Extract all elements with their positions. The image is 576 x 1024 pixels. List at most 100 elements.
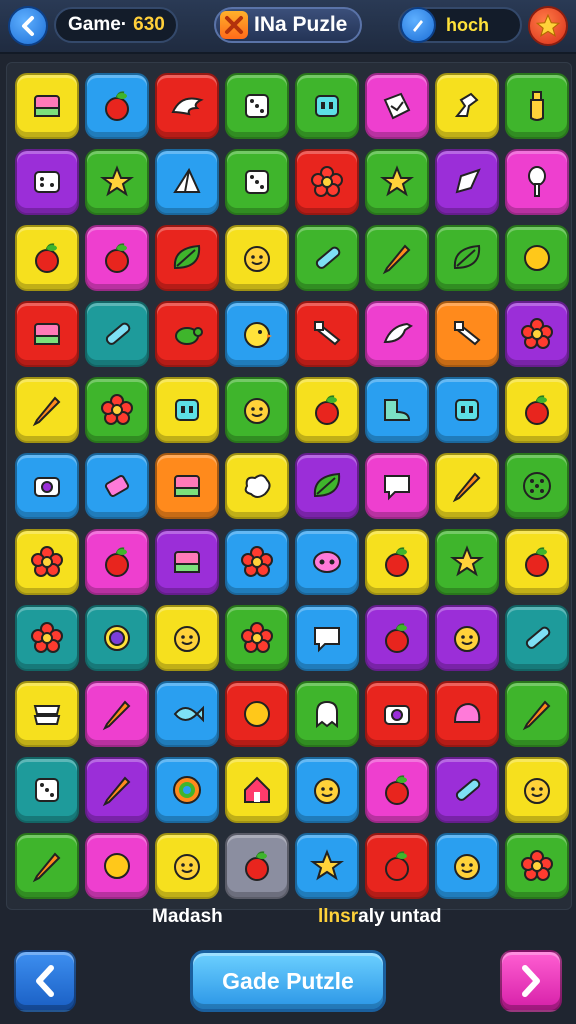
puzzle-tile[interactable] <box>435 605 499 671</box>
puzzle-tile[interactable] <box>225 149 289 215</box>
puzzle-tile[interactable] <box>295 833 359 899</box>
puzzle-tile[interactable] <box>505 149 569 215</box>
puzzle-tile[interactable] <box>505 757 569 823</box>
puzzle-tile[interactable] <box>85 73 149 139</box>
puzzle-tile[interactable] <box>365 529 429 595</box>
puzzle-tile[interactable] <box>365 757 429 823</box>
puzzle-tile[interactable] <box>505 377 569 443</box>
puzzle-tile[interactable] <box>295 149 359 215</box>
puzzle-tile[interactable] <box>85 681 149 747</box>
puzzle-tile[interactable] <box>225 757 289 823</box>
puzzle-tile[interactable] <box>15 605 79 671</box>
puzzle-tile[interactable] <box>435 529 499 595</box>
puzzle-tile[interactable] <box>85 149 149 215</box>
puzzle-tile[interactable] <box>295 225 359 291</box>
puzzle-tile[interactable] <box>225 833 289 899</box>
puzzle-tile[interactable] <box>505 529 569 595</box>
puzzle-tile[interactable] <box>85 377 149 443</box>
puzzle-tile[interactable] <box>365 833 429 899</box>
puzzle-tile[interactable] <box>435 301 499 367</box>
puzzle-tile[interactable] <box>155 681 219 747</box>
puzzle-tile[interactable] <box>85 225 149 291</box>
puzzle-tile[interactable] <box>85 833 149 899</box>
puzzle-tile[interactable] <box>15 453 79 519</box>
puzzle-tile[interactable] <box>435 225 499 291</box>
eraser-icon <box>104 475 130 497</box>
puzzle-tile[interactable] <box>155 377 219 443</box>
puzzle-tile[interactable] <box>15 73 79 139</box>
puzzle-tile[interactable] <box>15 529 79 595</box>
puzzle-tile[interactable] <box>15 833 79 899</box>
puzzle-tile[interactable] <box>15 681 79 747</box>
puzzle-tile[interactable] <box>155 605 219 671</box>
puzzle-tile[interactable] <box>365 73 429 139</box>
puzzle-tile[interactable] <box>295 529 359 595</box>
puzzle-tile[interactable] <box>15 301 79 367</box>
puzzle-tile[interactable] <box>505 301 569 367</box>
puzzle-tile[interactable] <box>435 681 499 747</box>
puzzle-tile[interactable] <box>85 605 149 671</box>
puzzle-tile[interactable] <box>435 73 499 139</box>
puzzle-tile[interactable] <box>435 377 499 443</box>
puzzle-tile[interactable] <box>155 833 219 899</box>
puzzle-tile[interactable] <box>295 301 359 367</box>
puzzle-tile[interactable] <box>155 149 219 215</box>
puzzle-tile[interactable] <box>85 757 149 823</box>
puzzle-tile[interactable] <box>505 73 569 139</box>
puzzle-tile[interactable] <box>85 529 149 595</box>
hint-button[interactable]: hoch <box>398 7 522 43</box>
puzzle-tile[interactable] <box>15 757 79 823</box>
puzzle-tile[interactable] <box>505 605 569 671</box>
puzzle-tile[interactable] <box>85 301 149 367</box>
puzzle-tile[interactable] <box>155 301 219 367</box>
puzzle-tile[interactable] <box>225 301 289 367</box>
puzzle-tile[interactable] <box>365 605 429 671</box>
puzzle-tile[interactable] <box>505 225 569 291</box>
puzzle-tile[interactable] <box>225 681 289 747</box>
puzzle-tile[interactable] <box>225 225 289 291</box>
puzzle-tile[interactable] <box>365 301 429 367</box>
puzzle-tile[interactable] <box>15 225 79 291</box>
puzzle-tile[interactable] <box>365 225 429 291</box>
star-button[interactable] <box>528 6 568 46</box>
puzzle-tile[interactable] <box>435 453 499 519</box>
puzzle-tile[interactable] <box>435 149 499 215</box>
puzzle-tile[interactable] <box>155 529 219 595</box>
puzzle-tile[interactable] <box>435 833 499 899</box>
back-button[interactable] <box>8 6 48 46</box>
puzzle-tile[interactable] <box>365 681 429 747</box>
puzzle-tile[interactable] <box>295 73 359 139</box>
puzzle-tile[interactable] <box>295 377 359 443</box>
puzzle-tile[interactable] <box>225 605 289 671</box>
puzzle-tile[interactable] <box>365 149 429 215</box>
puzzle-tile[interactable] <box>225 453 289 519</box>
chevron-left-icon <box>36 965 54 997</box>
puzzle-tile[interactable] <box>225 377 289 443</box>
puzzle-tile[interactable] <box>435 757 499 823</box>
puzzle-tile[interactable] <box>295 605 359 671</box>
puzzle-tile[interactable] <box>295 681 359 747</box>
puzzle-tile[interactable] <box>505 453 569 519</box>
puzzle-tile[interactable] <box>85 453 149 519</box>
face-icon <box>524 778 550 804</box>
puzzle-tile[interactable] <box>505 833 569 899</box>
puzzle-tile[interactable] <box>225 73 289 139</box>
turtle-icon <box>175 327 203 345</box>
next-button[interactable] <box>500 950 562 1012</box>
puzzle-tile[interactable] <box>295 757 359 823</box>
puzzle-tile[interactable] <box>155 757 219 823</box>
puzzle-tile[interactable] <box>15 377 79 443</box>
apple-icon <box>525 547 549 577</box>
main-puzzle-button[interactable]: Gade Putzle <box>190 950 386 1012</box>
puzzle-tile[interactable] <box>225 529 289 595</box>
previous-button[interactable] <box>14 950 76 1012</box>
puzzle-tile[interactable] <box>505 681 569 747</box>
puzzle-tile[interactable] <box>155 73 219 139</box>
puzzle-tile[interactable] <box>15 149 79 215</box>
puzzle-tile[interactable] <box>155 225 219 291</box>
puzzle-tile[interactable] <box>365 377 429 443</box>
puzzle-tile[interactable] <box>155 453 219 519</box>
puzzle-tile[interactable] <box>295 453 359 519</box>
puzzle-tile[interactable] <box>365 453 429 519</box>
fish-icon <box>173 705 204 723</box>
